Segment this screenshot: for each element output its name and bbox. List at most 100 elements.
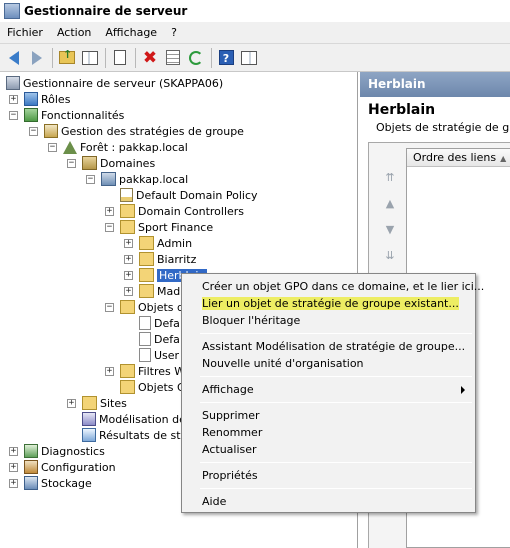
expand-icon[interactable]: + (124, 239, 133, 248)
toolbar-separator (105, 47, 106, 68)
tree-node-madrid[interactable]: Madr (139, 283, 185, 299)
tree-label: Configuration (41, 460, 116, 474)
tree-node-domain[interactable]: pakkap.local (101, 171, 188, 187)
menu-separator (200, 402, 472, 403)
refresh-button[interactable] (185, 47, 207, 69)
expand-icon[interactable]: + (124, 255, 133, 264)
expand-icon[interactable]: + (105, 367, 114, 376)
tree-node-gpo-objects[interactable]: Objets d (120, 299, 184, 315)
menu-item-properties[interactable]: Propriétés (184, 467, 473, 484)
tree-node-sport-finance[interactable]: Sport Finance (120, 219, 213, 235)
expand-icon[interactable]: + (9, 463, 18, 472)
menu-item-modeling-wizard[interactable]: Assistant Modélisation de stratégie de g… (184, 338, 473, 355)
collapse-icon[interactable]: − (29, 127, 38, 136)
menu-item-delete[interactable]: Supprimer (184, 407, 473, 424)
tree-label: Stockage (41, 476, 92, 490)
collapse-icon[interactable]: − (105, 303, 114, 312)
tree-label: pakkap.local (119, 172, 189, 186)
forward-button[interactable] (26, 47, 48, 69)
folder-icon (120, 380, 135, 394)
menu-fichier[interactable]: Fichier (0, 22, 50, 44)
tree-node-starter-gpos[interactable]: Objets G (120, 379, 186, 395)
tree-node-gpo-defa-2[interactable]: Defa (139, 331, 180, 347)
tree-label: Résultats de stra (99, 428, 192, 442)
tree-node-root[interactable]: Gestionnaire de serveur (SKAPPA06) (6, 75, 223, 91)
menu-item-block-inheritance[interactable]: Bloquer l'héritage (184, 312, 473, 329)
results-icon (82, 428, 96, 442)
details-header: Herblain (360, 72, 510, 97)
tree-label: Biarritz (157, 252, 197, 266)
details-tab-linked-gpos[interactable]: Objets de stratégie de groupe (360, 121, 510, 139)
tree-node-storage[interactable]: Stockage (24, 475, 92, 491)
column-header-link-order[interactable]: Ordre des liens ▲ (407, 149, 510, 167)
properties-button[interactable] (162, 47, 184, 69)
tree-label: Sport Finance (138, 220, 214, 234)
menu-item-view[interactable]: Affichage (184, 381, 473, 398)
tree-node-domain-controllers[interactable]: Domain Controllers (120, 203, 244, 219)
up-folder-button[interactable] (56, 47, 78, 69)
tree-label: Filtres W (138, 364, 186, 378)
gpo-link-icon (120, 188, 133, 202)
tree-node-roles[interactable]: Rôles (24, 91, 70, 107)
tree-node-admin[interactable]: Admin (139, 235, 192, 251)
collapse-icon[interactable]: − (9, 111, 18, 120)
copy-button[interactable] (109, 47, 131, 69)
sort-ascending-icon: ▲ (500, 154, 507, 163)
tree-node-gpo-defa-1[interactable]: Defa (139, 315, 180, 331)
move-down-icon[interactable]: ▼ (382, 222, 398, 238)
menu-separator (200, 376, 472, 377)
menu-item-label: Aide (202, 495, 227, 508)
help-button[interactable]: ? (215, 47, 237, 69)
tree-node-gpo-user[interactable]: User (139, 347, 179, 363)
tree-node-configuration[interactable]: Configuration (24, 459, 116, 475)
menu-item-refresh[interactable]: Actualiser (184, 441, 473, 458)
delete-button[interactable]: ✖ (139, 47, 161, 69)
move-bottom-icon[interactable]: ⇊ (382, 248, 398, 264)
menu-item-rename[interactable]: Renommer (184, 424, 473, 441)
tree-node-sites[interactable]: Sites (82, 395, 127, 411)
collapse-icon[interactable]: − (48, 143, 57, 152)
expand-icon[interactable]: + (124, 287, 133, 296)
menu-help[interactable]: ? (164, 22, 184, 44)
move-top-icon[interactable]: ⇈ (382, 170, 398, 186)
menu-item-new-ou[interactable]: Nouvelle unité d'organisation (184, 355, 473, 372)
window-title: Gestionnaire de serveur (24, 4, 188, 18)
expand-icon[interactable]: + (105, 207, 114, 216)
collapse-icon[interactable]: − (105, 223, 114, 232)
menu-item-label: Supprimer (202, 409, 260, 422)
tree-node-modeling[interactable]: Modélisation de s (82, 411, 195, 427)
expand-icon[interactable]: + (67, 399, 76, 408)
expand-icon[interactable]: + (9, 479, 18, 488)
submenu-arrow-icon (461, 386, 465, 394)
show-hide-action-pane-button[interactable] (238, 47, 260, 69)
collapse-icon[interactable]: − (86, 175, 95, 184)
menu-item-help[interactable]: Aide (184, 493, 473, 510)
tree-node-forest[interactable]: Forêt : pakkap.local (63, 139, 188, 155)
menu-item-label: Nouvelle unité d'organisation (202, 357, 364, 370)
menu-item-link-existing-gpo[interactable]: Lier un objet de stratégie de groupe exi… (184, 295, 473, 312)
tree-node-biarritz[interactable]: Biarritz (139, 251, 196, 267)
tree-node-features[interactable]: Fonctionnalités (24, 107, 124, 123)
tree-node-wmi-filters[interactable]: Filtres W (120, 363, 185, 379)
expand-icon[interactable]: + (9, 95, 18, 104)
toolbar-separator (135, 47, 136, 68)
menu-action[interactable]: Action (50, 22, 98, 44)
tree-node-diagnostics[interactable]: Diagnostics (24, 443, 105, 459)
show-hide-tree-button[interactable] (79, 47, 101, 69)
up-folder-icon (59, 48, 75, 64)
expand-icon[interactable]: + (124, 271, 133, 280)
roles-icon (24, 92, 38, 106)
tree-node-default-domain-policy[interactable]: Default Domain Policy (120, 187, 258, 203)
menu-item-create-gpo[interactable]: Créer un objet GPO dans ce domaine, et l… (184, 278, 484, 295)
expand-icon[interactable]: + (9, 447, 18, 456)
tree-label: Gestion des stratégies de groupe (61, 124, 244, 138)
tree-node-gpm[interactable]: Gestion des stratégies de groupe (44, 123, 244, 139)
tree-node-results[interactable]: Résultats de stra (82, 427, 192, 443)
menu-affichage[interactable]: Affichage (98, 22, 164, 44)
properties-icon (166, 50, 180, 65)
tree-node-domains[interactable]: Domaines (82, 155, 155, 171)
back-button[interactable] (3, 47, 25, 69)
collapse-icon[interactable]: − (67, 159, 76, 168)
move-up-icon[interactable]: ▲ (382, 196, 398, 212)
menu-item-label: Assistant Modélisation de stratégie de g… (202, 340, 466, 353)
